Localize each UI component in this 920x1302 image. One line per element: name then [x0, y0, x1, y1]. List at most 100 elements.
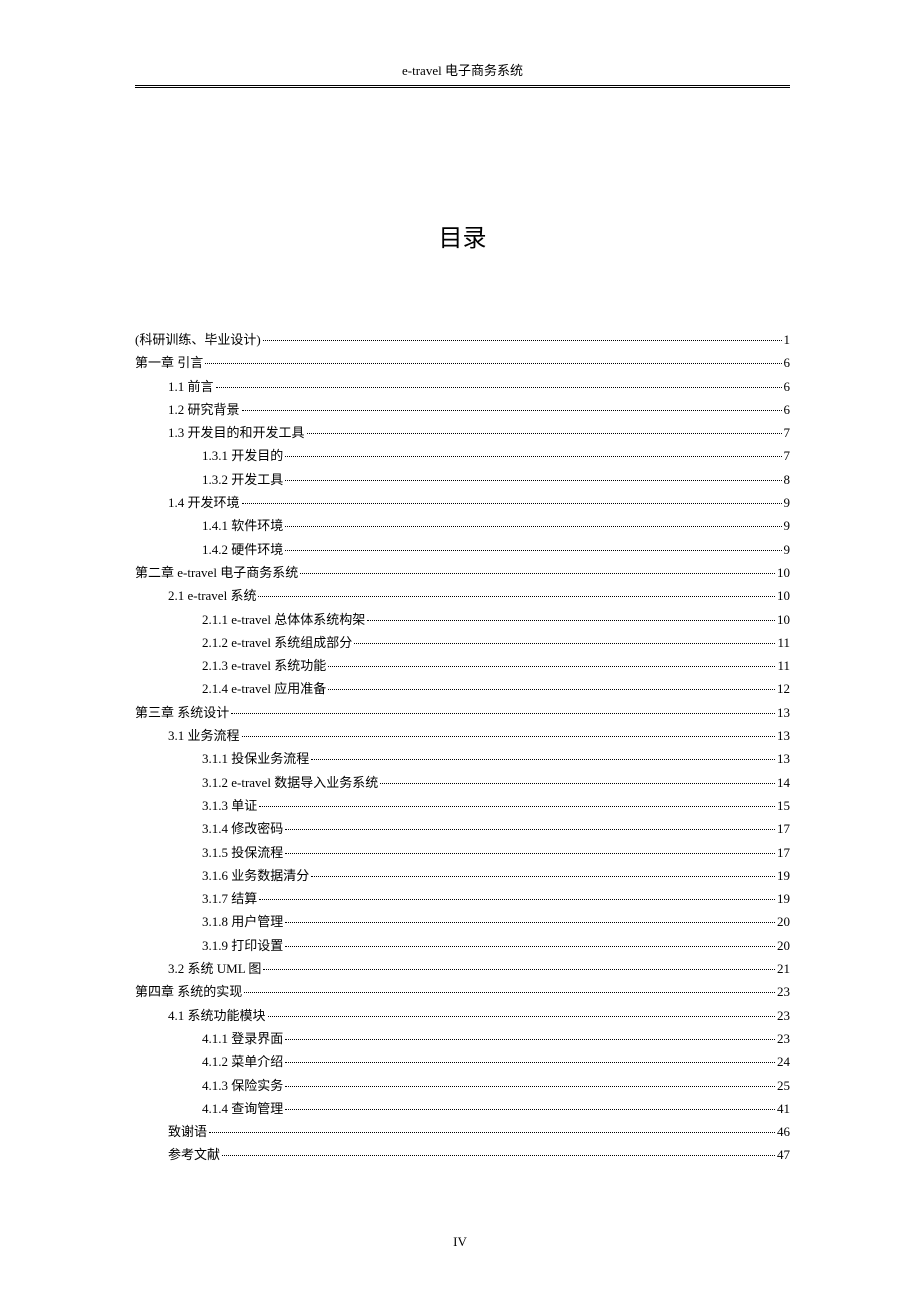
toc-entry-label: 3.2 系统 UML 图 — [168, 962, 261, 975]
toc-entry: 3.1.9 打印设置20 — [135, 939, 790, 952]
toc-entry-label: 1.4 开发环境 — [168, 496, 240, 509]
toc-leader-dots — [216, 387, 782, 388]
toc-entry-page: 1 — [784, 333, 791, 346]
toc-entry-page: 10 — [777, 613, 790, 626]
toc-entry-label: 3.1 业务流程 — [168, 729, 240, 742]
toc-leader-dots — [285, 1039, 775, 1040]
toc-leader-dots — [367, 620, 775, 621]
toc-title: 目录 — [135, 218, 790, 253]
toc-entry-page: 9 — [784, 543, 791, 556]
toc-entry-page: 19 — [777, 869, 790, 882]
toc-entry-page: 9 — [784, 496, 791, 509]
toc-entry: 2.1 e-travel 系统 10 — [135, 589, 790, 602]
toc-entry: 3.2 系统 UML 图21 — [135, 962, 790, 975]
toc-leader-dots — [285, 1109, 775, 1110]
toc-leader-dots — [354, 643, 775, 644]
toc-entry-label: 3.1.8 用户管理 — [202, 915, 283, 928]
toc-leader-dots — [242, 736, 775, 737]
page-number: IV — [0, 1234, 920, 1250]
toc-entry-page: 7 — [784, 449, 791, 462]
toc-leader-dots — [307, 433, 782, 434]
toc-entry-page: 20 — [777, 939, 790, 952]
toc-entry: 第四章 系统的实现 23 — [135, 985, 790, 998]
toc-leader-dots — [244, 992, 775, 993]
toc-entry: 1.3.2 开发工具8 — [135, 473, 790, 486]
toc-entry-label: (科研训练、毕业设计) — [135, 333, 261, 346]
toc-entry-label: 1.4.1 软件环境 — [202, 519, 283, 532]
toc-entry-label: 第一章 引言 — [135, 356, 203, 369]
toc-entry-page: 41 — [777, 1102, 790, 1115]
toc-entry-label: 3.1.4 修改密码 — [202, 822, 283, 835]
toc-entry-label: 第四章 系统的实现 — [135, 985, 242, 998]
toc-leader-dots — [311, 876, 775, 877]
toc-entry-page: 47 — [777, 1148, 790, 1161]
toc-entry: 1.4.1 软件环境9 — [135, 519, 790, 532]
toc-entry-page: 23 — [777, 985, 790, 998]
toc-entry-page: 13 — [777, 706, 790, 719]
toc-entry: 1.2 研究背景 6 — [135, 403, 790, 416]
toc-entry: 第一章 引言6 — [135, 356, 790, 369]
toc-entry-label: 1.2 研究背景 — [168, 403, 240, 416]
toc-entry-label: 第二章 e-travel 电子商务系统 — [135, 566, 298, 579]
toc-entry-label: 4.1.4 查询管理 — [202, 1102, 283, 1115]
toc-entry: 2.1.1 e-travel 总体体系统构架 10 — [135, 613, 790, 626]
toc-entry-page: 14 — [777, 776, 790, 789]
toc-leader-dots — [242, 410, 782, 411]
toc-entry-label: 参考文献 — [168, 1148, 220, 1161]
toc-leader-dots — [205, 363, 781, 364]
toc-leader-dots — [285, 829, 775, 830]
toc-entry-label: 2.1.1 e-travel 总体体系统构架 — [202, 613, 365, 626]
toc-entry: 1.3.1 开发目的7 — [135, 449, 790, 462]
toc-entry: 1.4.2 硬件环境9 — [135, 543, 790, 556]
toc-entry-label: 第三章 系统设计 — [135, 706, 229, 719]
toc-entry: 3.1 业务流程13 — [135, 729, 790, 742]
toc-entry: 1.1 前言6 — [135, 380, 790, 393]
header-rule-bottom — [135, 87, 790, 88]
toc-entry-label: 3.1.7 结算 — [202, 892, 257, 905]
toc-entry-label: 4.1.3 保险实务 — [202, 1079, 283, 1092]
toc-entry: 3.1.8 用户管理 20 — [135, 915, 790, 928]
toc-leader-dots — [285, 456, 781, 457]
table-of-contents: (科研训练、毕业设计)1第一章 引言61.1 前言61.2 研究背景61.3 开… — [135, 333, 790, 1161]
toc-leader-dots — [259, 899, 775, 900]
toc-entry-page: 11 — [777, 636, 790, 649]
toc-entry-page: 6 — [784, 380, 791, 393]
toc-entry-page: 11 — [777, 659, 790, 672]
toc-leader-dots — [209, 1132, 775, 1133]
toc-entry-label: 2.1.3 e-travel 系统功能 — [202, 659, 326, 672]
toc-leader-dots — [285, 480, 781, 481]
toc-entry: 第三章 系统设计 13 — [135, 706, 790, 719]
toc-entry-label: 1.3 开发目的和开发工具 — [168, 426, 305, 439]
toc-entry: 3.1.2 e-travel 数据导入业务系统 14 — [135, 776, 790, 789]
toc-entry-page: 6 — [784, 403, 791, 416]
toc-leader-dots — [328, 689, 775, 690]
toc-entry: 3.1.1 投保业务流程13 — [135, 752, 790, 765]
toc-leader-dots — [263, 969, 775, 970]
toc-entry-page: 7 — [784, 426, 791, 439]
toc-entry-page: 20 — [777, 915, 790, 928]
toc-leader-dots — [258, 596, 775, 597]
toc-leader-dots — [285, 946, 775, 947]
toc-entry: 2.1.3 e-travel 系统功能 11 — [135, 659, 790, 672]
toc-leader-dots — [285, 853, 775, 854]
toc-entry-label: 2.1 e-travel 系统 — [168, 589, 256, 602]
toc-entry: 4.1.3 保险实务25 — [135, 1079, 790, 1092]
toc-entry-label: 3.1.2 e-travel 数据导入业务系统 — [202, 776, 378, 789]
toc-leader-dots — [285, 1062, 775, 1063]
toc-leader-dots — [328, 666, 775, 667]
toc-entry-page: 15 — [777, 799, 790, 812]
page-header: e-travel 电子商务系统 — [135, 60, 790, 85]
toc-entry-page: 24 — [777, 1055, 790, 1068]
toc-entry: 3.1.4 修改密码17 — [135, 822, 790, 835]
toc-entry: 3.1.6 业务数据清分19 — [135, 869, 790, 882]
toc-entry-page: 23 — [777, 1009, 790, 1022]
toc-leader-dots — [231, 713, 775, 714]
toc-leader-dots — [285, 1086, 775, 1087]
toc-leader-dots — [268, 1016, 775, 1017]
toc-entry: 2.1.4 e-travel 应用准备12 — [135, 682, 790, 695]
toc-entry: 致谢语46 — [135, 1125, 790, 1138]
toc-entry: 4.1.2 菜单介绍24 — [135, 1055, 790, 1068]
toc-leader-dots — [259, 806, 775, 807]
toc-entry: 3.1.3 单证15 — [135, 799, 790, 812]
toc-entry: 1.4 开发环境 9 — [135, 496, 790, 509]
